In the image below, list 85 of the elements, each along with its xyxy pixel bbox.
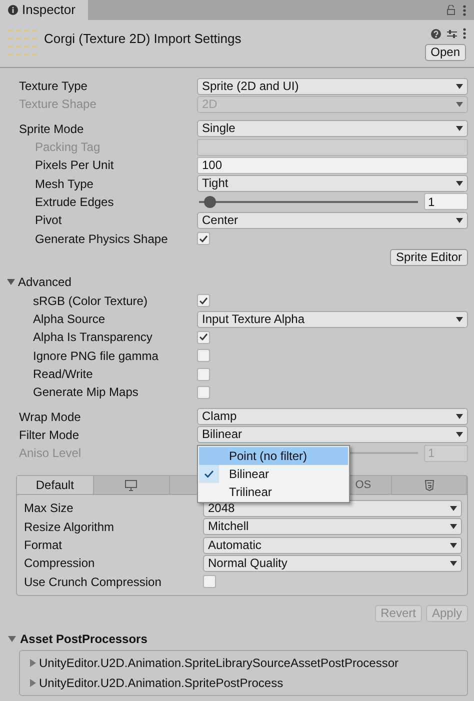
inspector-tab[interactable]: Inspector: [0, 0, 88, 20]
caret-icon: [456, 181, 463, 186]
field-label: Wrap Mode: [19, 408, 82, 426]
field-label: sRGB (Color Texture): [32, 292, 148, 310]
caret-icon: [450, 524, 457, 530]
checkbox[interactable]: [197, 368, 210, 380]
caret-icon: [456, 414, 463, 420]
field-label: Aniso Level: [19, 445, 82, 462]
more-icon: [463, 28, 466, 39]
field-label: Format: [24, 537, 64, 554]
menu-item[interactable]: Trilinear: [199, 483, 348, 501]
slider-thumb[interactable]: [204, 196, 216, 208]
check-icon: [199, 234, 208, 243]
field-label: Read/Write: [32, 366, 94, 383]
checkbox[interactable]: [197, 330, 210, 344]
foldout-arrow-icon: [30, 658, 36, 667]
field-label: Sprite Mode: [19, 120, 85, 138]
help-icon: [431, 28, 441, 38]
dropdown[interactable]: Automatic: [203, 536, 462, 554]
foldout-arrow-icon: [8, 634, 16, 643]
dropdown[interactable]: Input Texture Alpha: [197, 310, 468, 328]
caret-icon: [450, 560, 457, 566]
foldout-header[interactable]: Asset PostProcessors: [0, 630, 474, 648]
foldout-arrow-icon: [30, 678, 36, 687]
field-label: Pixels Per Unit: [34, 157, 115, 174]
foldout-header[interactable]: Advanced: [7, 272, 468, 292]
field-label: Filter Mode: [19, 426, 80, 444]
field-label: Texture Shape: [19, 96, 98, 114]
field-label: Alpha Is Transparency: [32, 329, 154, 346]
dropdown[interactable]: Bilinear: [197, 426, 468, 444]
dropdown[interactable]: Single: [197, 120, 468, 138]
info-icon: [8, 5, 18, 15]
field-label: Mesh Type: [34, 176, 94, 193]
slider[interactable]: [199, 196, 418, 208]
asset-title: Corgi (Texture 2D) Import Settings: [44, 30, 242, 48]
check-icon: [199, 333, 208, 342]
caret-icon: [456, 84, 463, 89]
field-label: Generate Physics Shape: [34, 230, 169, 248]
checkbox[interactable]: [197, 386, 210, 399]
sprite-editor-button[interactable]: Sprite Editor: [390, 249, 468, 266]
caret-icon: [450, 542, 457, 548]
caret-icon: [456, 102, 463, 107]
lock-icon: [447, 5, 455, 15]
input-field[interactable]: 100: [197, 156, 468, 174]
field-label: Pivot: [34, 212, 63, 230]
check-icon: [204, 470, 214, 478]
dropdown[interactable]: Mitchell: [203, 518, 462, 536]
caret-icon: [456, 432, 463, 438]
menu-item[interactable]: Point (no filter): [199, 447, 348, 465]
caret-icon: [456, 218, 463, 223]
texture-thumbnail-icon: [8, 28, 38, 58]
dropdown[interactable]: Normal Quality: [203, 554, 462, 572]
dropdown[interactable]: Sprite (2D and UI): [197, 78, 468, 95]
caret-icon: [456, 316, 463, 322]
dropdown[interactable]: Center: [197, 212, 468, 229]
field-label: Generate Mip Maps: [32, 384, 140, 402]
caret-icon: [456, 126, 463, 132]
postprocessor-item[interactable]: UnityEditor.U2D.Animation.SpriteLibrarySourceAssetPostProcessor: [30, 652, 467, 673]
checkbox[interactable]: [203, 575, 216, 588]
checkbox[interactable]: [197, 294, 210, 308]
field-label: Use Crunch Compression: [24, 574, 162, 591]
open-button[interactable]: Open: [424, 44, 466, 61]
checkbox[interactable]: [197, 349, 210, 362]
check-icon: [199, 296, 208, 305]
field-label: Ignore PNG file gamma: [32, 348, 160, 365]
monitor-icon: [125, 480, 138, 491]
checkbox[interactable]: [197, 232, 210, 246]
more-icon: [463, 4, 466, 16]
field-label: Resize Algorithm: [24, 518, 116, 536]
foldout-arrow-icon: [7, 278, 15, 286]
platform-tab[interactable]: Default: [17, 476, 94, 494]
dropdown[interactable]: Tight: [197, 175, 468, 192]
field-label: Max Size: [24, 500, 74, 518]
field-label: Extrude Edges: [34, 194, 115, 211]
field-label: Alpha Source: [32, 311, 106, 328]
sliders-icon: [447, 28, 457, 38]
field-label: Texture Type: [19, 78, 88, 96]
field-label: Packing Tag: [34, 139, 102, 156]
dropdown[interactable]: Clamp: [197, 408, 468, 426]
menu-item[interactable]: Bilinear: [199, 465, 348, 483]
field-label: Compression: [24, 555, 96, 572]
shield-icon: [424, 480, 434, 491]
postprocessor-item[interactable]: UnityEditor.U2D.Animation.SpritePostProcess: [30, 672, 467, 693]
caret-icon: [450, 506, 457, 511]
number-field[interactable]: 1: [424, 193, 468, 210]
